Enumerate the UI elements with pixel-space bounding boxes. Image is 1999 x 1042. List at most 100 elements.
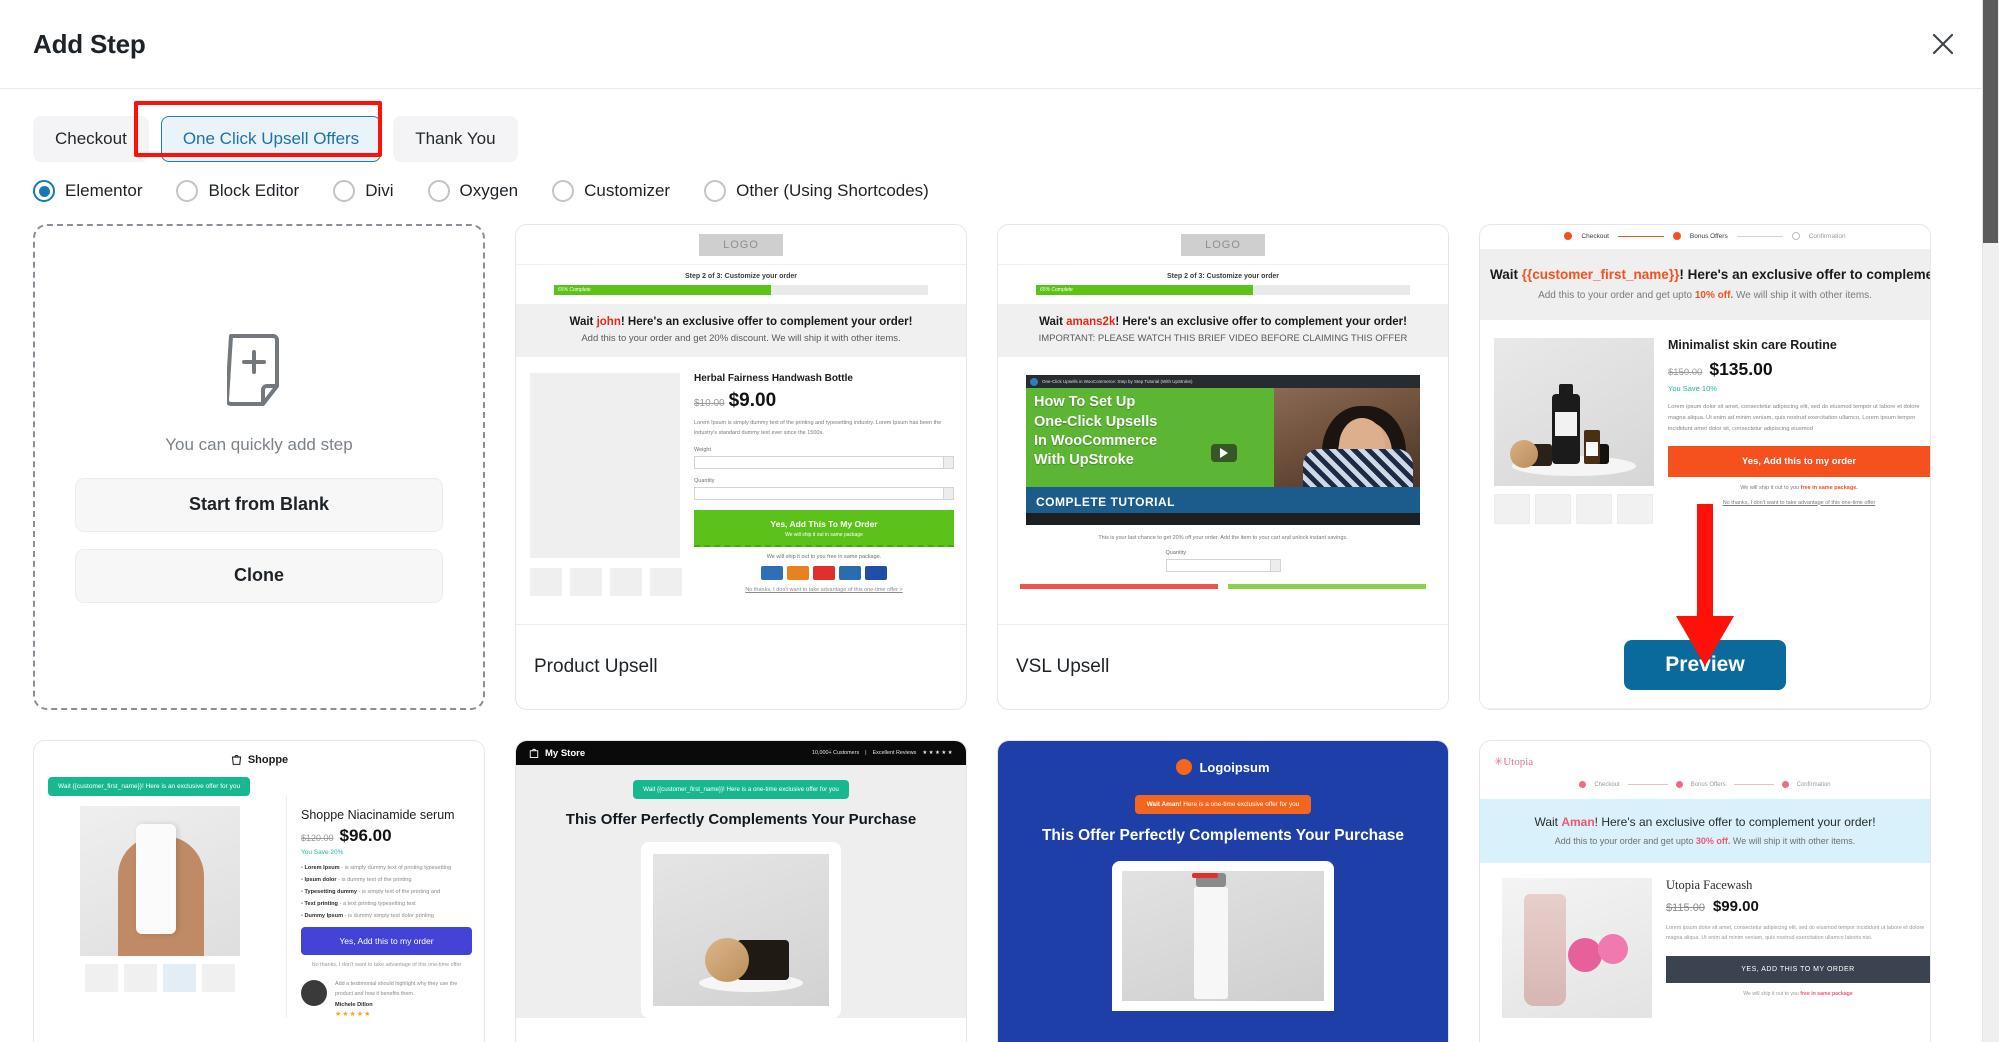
mock-image-thumbs — [1494, 494, 1654, 525]
mock-logo: LOGO — [1181, 233, 1265, 256]
mock-shipping-note: We will ship it out to you free in same … — [766, 554, 882, 561]
page-title: Add Step — [33, 28, 146, 59]
mock-decline-link: No thanks, I don't want to take advantag… — [745, 587, 903, 594]
mock-video-embed: How To Set Up One-Click Upsells In WooCo… — [1026, 375, 1420, 526]
mock-headline: Wait john! Here's an exclusive offer to … — [569, 316, 913, 329]
logo-icon — [1176, 759, 1193, 776]
template-card-vsl-upsell[interactable]: LOGO Step 2 of 3: Customize your order 6… — [997, 224, 1449, 711]
mock-old-price: $10.00 — [694, 398, 725, 410]
add-step-blank-card: You can quickly add step Start from Blan… — [33, 224, 485, 711]
mock-product-title: Shoppe Niacinamide serum — [301, 808, 455, 823]
mock-headline: Wait {{customer_first_name}}! Here's an … — [1490, 267, 1930, 283]
mock-product-image — [80, 806, 240, 957]
mock-product-image — [1502, 878, 1652, 1019]
radio-divi[interactable]: Divi — [333, 180, 394, 203]
mock-reviews-label: Excellent Reviews — [872, 750, 917, 757]
mock-subheadline: Add this to your order and get upto 30% … — [1554, 836, 1856, 847]
template-grid: You can quickly add step Start from Blan… — [33, 224, 1966, 1042]
mock-shipping-note: We will ship it out to you free in same … — [1743, 990, 1853, 997]
mock-new-price: $9.00 — [728, 390, 777, 412]
star-rating-icon: ★★★★★ — [335, 1010, 372, 1018]
clone-button[interactable]: Clone — [75, 548, 443, 603]
radio-block-editor[interactable]: Block Editor — [176, 180, 300, 203]
mock-step-indicator: Checkout Bonus Offers Confirmation — [1480, 225, 1930, 249]
mock-subheadline: Add this to your order and get upto 10% … — [1538, 290, 1872, 302]
mock-product-image — [1122, 871, 1324, 1002]
template-thumbnail: LOGO Step 2 of 3: Customize your order 6… — [998, 225, 1448, 626]
radio-circle-icon — [176, 180, 199, 203]
radio-circle-icon — [427, 180, 450, 203]
radio-customizer[interactable]: Customizer — [552, 180, 671, 203]
store-icon — [529, 749, 539, 759]
mock-step-label: Step 2 of 3: Customize your order — [1166, 273, 1280, 281]
mock-video-controls — [1026, 513, 1420, 526]
template-card-utopia[interactable]: ✳Utopia Checkout Bonus Offers Confirmati… — [1479, 740, 1931, 1042]
add-step-modal: Add Step Checkout One Click Upsell Offer… — [0, 0, 1999, 1042]
mock-product-title: Utopia Facewash — [1666, 878, 1753, 893]
tab-checkout[interactable]: Checkout — [33, 116, 149, 163]
mock-description: Lorem Ipsum is simply dummy text of the … — [694, 420, 942, 436]
modal-body: Checkout One Click Upsell Offers Thank Y… — [0, 89, 1999, 1042]
mock-logo: LOGO — [699, 233, 783, 256]
mock-video-banner: COMPLETE TUTORIAL — [1036, 495, 1175, 510]
template-name: VSL Upsell — [1016, 656, 1110, 678]
template-thumbnail: ✳Utopia Checkout Bonus Offers Confirmati… — [1480, 741, 1930, 1042]
mock-new-price: $135.00 — [1709, 359, 1773, 380]
template-name: Product Upsell — [534, 656, 658, 678]
mock-progress-label: 65% Complete — [558, 287, 591, 294]
scrollbar-thumb[interactable] — [1983, 0, 1998, 243]
start-from-blank-button[interactable]: Start from Blank — [75, 477, 443, 532]
mock-video-bar: One-Click Upsells in WooCommerce: Step b… — [1026, 375, 1420, 389]
mock-product-image — [653, 854, 829, 1007]
radio-label: Other (Using Shortcodes) — [736, 181, 929, 201]
radio-label: Block Editor — [208, 181, 300, 201]
template-footer: Product Upsell — [516, 625, 966, 709]
mock-qty-label: Quantity — [1165, 550, 1186, 557]
mock-video-title: How To Set Up One-Click Upsells In WooCo… — [1034, 394, 1158, 468]
step-type-tabs: Checkout One Click Upsell Offers Thank Y… — [33, 89, 1966, 163]
radio-circle-icon — [552, 180, 575, 203]
mock-qty-field — [694, 487, 954, 501]
mock-brand: Shoppe — [34, 741, 484, 766]
close-icon[interactable] — [1921, 22, 1965, 66]
mock-subheadline: Add this to your order and get 20% disco… — [581, 333, 901, 345]
avatar — [301, 980, 327, 1007]
template-card-minimalist-skincare[interactable]: Checkout Bonus Offers Confirmation Wait … — [1479, 224, 1931, 711]
mock-qty-label: Quantity — [694, 478, 715, 485]
play-icon — [1211, 444, 1238, 463]
star-rating-icon: ★★★★★ — [922, 750, 954, 757]
mock-description: Lorem ipsum dolor sit amet, consectetur … — [1666, 925, 1925, 942]
mock-subheadline: IMPORTANT: PLEASE WATCH THIS BRIEF VIDEO… — [1038, 333, 1408, 345]
template-card-my-store[interactable]: My Store 10,000+ Customers | Excellent R… — [515, 740, 967, 1042]
radio-label: Customizer — [584, 181, 671, 201]
mock-brand: ✳Utopia — [1494, 756, 1534, 769]
tab-one-click-upsell-offers[interactable]: One Click Upsell Offers — [160, 116, 382, 163]
mock-step-indicator: Checkout Bonus Offers Confirmation — [1480, 781, 1930, 789]
mock-save-label: You Save 20% — [301, 849, 344, 857]
mock-product-image — [1494, 338, 1654, 487]
add-page-icon — [225, 332, 291, 413]
mock-note: This is your last chance to get 20% off … — [1098, 535, 1348, 542]
radio-label: Oxygen — [459, 181, 519, 201]
radio-other-shortcodes[interactable]: Other (Using Shortcodes) — [704, 180, 929, 203]
template-card-product-upsell[interactable]: LOGO Step 2 of 3: Customize your order 6… — [515, 224, 967, 711]
mock-brand: My Store — [528, 747, 585, 759]
mock-cta-button: Yes, Add This To My Order We will ship i… — [694, 510, 954, 548]
mock-new-price: $99.00 — [1712, 898, 1759, 916]
radio-circle-icon — [33, 180, 55, 203]
radio-oxygen[interactable]: Oxygen — [427, 180, 519, 203]
template-thumbnail: Logoipsum Wait Aman! Here is a one-time … — [998, 741, 1448, 1042]
template-card-logoipsum[interactable]: Logoipsum Wait Aman! Here is a one-time … — [997, 740, 1449, 1042]
mock-save-label: You Save 10% — [1668, 384, 1717, 394]
tab-thank-you[interactable]: Thank You — [393, 116, 518, 163]
radio-label: Elementor — [65, 181, 143, 201]
radio-circle-icon — [333, 180, 356, 203]
mock-testimonial: Add a testimonial should highlight why t… — [301, 980, 472, 1018]
mock-qty-field — [1165, 559, 1281, 573]
scrollbar-track[interactable] — [1982, 0, 1999, 1042]
template-card-shoppe[interactable]: Shoppe Wait {{customer_first_name}}! Her… — [33, 740, 485, 1042]
mock-old-price: $150.00 — [1668, 367, 1703, 379]
mock-offer-badge: Wait {{customer_first_name}}! Here is an… — [48, 777, 251, 797]
mock-offer-badge: Wait {{customer_first_name}}! Here is a … — [633, 780, 849, 800]
radio-elementor[interactable]: Elementor — [33, 180, 143, 203]
